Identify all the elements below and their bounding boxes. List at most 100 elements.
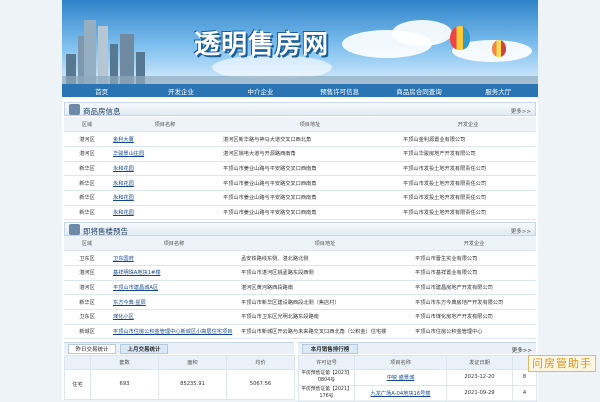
tab-last-month-stats[interactable]: 上月交易统计 bbox=[120, 344, 168, 354]
table-row: 湛河区 基祥明珠A地块1#楼 平顶山市湛河区姚孟路东段西侧 平顶山市基祥置业有限… bbox=[64, 265, 536, 281]
page-container: 透明售房网 首页 开发企业 中介企业 预售许可信息 商品房合同查询 服务大厅 商… bbox=[62, 0, 538, 402]
project-cell: 平顶山市建昌城A区 bbox=[110, 280, 238, 296]
table-row: 湛河区 华骏景山庄园 湛河区姚电大道与开源路西南角 平顶山华骏房地产开发有限公司 bbox=[64, 146, 536, 162]
nav-service-hall[interactable]: 服务大厅 bbox=[459, 86, 538, 96]
ranking-table: 许可证号 项目名称 发证日期 平房预售证第【2023】0804号 中锐·盛景城 … bbox=[298, 355, 537, 402]
skyline-strip bbox=[62, 76, 538, 84]
ranking-more-link[interactable]: 更多>> bbox=[512, 346, 532, 354]
column-header: 项目地址 bbox=[220, 117, 400, 133]
address-cell: 孟安铁路线东侧、湛北路北侧 bbox=[238, 250, 412, 266]
tab-monthly-ranking[interactable]: 本月销售排行榜 bbox=[302, 344, 358, 354]
project-link[interactable]: 平顶山市建昌城A区 bbox=[113, 285, 158, 291]
district-cell: 新城区 bbox=[64, 324, 110, 340]
district-cell: 新华区 bbox=[64, 175, 110, 191]
megaphone-icon bbox=[69, 224, 80, 235]
nav-home[interactable]: 首页 bbox=[62, 86, 141, 96]
nav-agencies[interactable]: 中介企业 bbox=[221, 86, 300, 96]
date-cell: 2023-12-20 bbox=[446, 368, 513, 386]
project-link[interactable]: 煤化小区 bbox=[113, 314, 134, 320]
address-cell: 平顶山市姜业山路与平安路交叉口西南角 bbox=[220, 205, 400, 221]
nav-contract-query[interactable]: 商品房合同查询 bbox=[379, 86, 458, 96]
presale-table: 区域 项目名称 项目地址 开发企业 卫东区 卫东国府 孟安铁路线东侧、湛北路北侧… bbox=[64, 236, 536, 340]
table-row: 新城区 平顶山市住房公积金管理中心新城区小高层住宅项目 平顶山市新城区开云路与未… bbox=[64, 324, 536, 340]
developer-cell: 平顶山华骏房地产开发有限公司 bbox=[400, 146, 536, 162]
project-cell: 永和花园 bbox=[110, 161, 220, 177]
developer-cell: 平顶山市建昌房地产开发有限公司 bbox=[412, 280, 536, 296]
district-cell: 新华区 bbox=[64, 205, 110, 221]
project-link[interactable]: 基祥明珠A地块1#楼 bbox=[113, 270, 161, 276]
project-link[interactable]: 华骏景山庄园 bbox=[113, 151, 144, 157]
project-link[interactable]: 东方今典·星辰 bbox=[113, 300, 146, 306]
listing-header: 商品房信息 更多>> bbox=[64, 102, 536, 116]
district-cell: 卫东区 bbox=[64, 309, 110, 325]
project-link[interactable]: 金利大厦 bbox=[113, 137, 134, 143]
table-header-row: 套数 面积 均价 bbox=[64, 355, 295, 370]
column-header: 项目名称 bbox=[110, 117, 220, 133]
permit-cell: 平房预售证第【2023】0804号 bbox=[298, 368, 355, 386]
assistant-button[interactable]: 问房管助手 bbox=[528, 355, 596, 372]
header-banner: 透明售房网 bbox=[62, 0, 538, 84]
listing-more-link[interactable]: 更多>> bbox=[511, 107, 531, 115]
project-cell: 金利大厦 bbox=[110, 131, 220, 147]
address-cell: 湛河区姚电大道与开源路西南角 bbox=[220, 146, 400, 162]
column-header: 项目名称 bbox=[354, 355, 447, 370]
project-link[interactable]: 永和花园 bbox=[113, 166, 134, 172]
developer-cell: 平顶山金利源置业有限公司 bbox=[400, 131, 536, 147]
column-header: 区域 bbox=[64, 236, 110, 252]
address-cell: 平顶山市姜业山路与平安路交叉口西南角 bbox=[220, 175, 400, 191]
project-link[interactable]: 中锐·盛景城 bbox=[387, 375, 415, 381]
district-cell: 新华区 bbox=[64, 190, 110, 206]
count-cell: 693 bbox=[90, 368, 159, 400]
developer-cell: 平顶山市发投土地开发有限责任公司 bbox=[400, 161, 536, 177]
date-cell: 2021-09-29 bbox=[446, 384, 513, 402]
tab-yesterday-stats[interactable]: 昨日交易统计 bbox=[68, 344, 116, 354]
address-cell: 湛河区黄河路西段路南 bbox=[238, 280, 412, 296]
permit-cell: 平房预售证第【2021】176号 bbox=[298, 384, 355, 402]
project-link[interactable]: 九龙广场A-04地块16号楼 bbox=[370, 391, 430, 397]
developer-cell: 平顶山市发投土地开发有限责任公司 bbox=[400, 175, 536, 191]
sales-count-cell: 4 bbox=[512, 384, 537, 402]
column-header: 开发企业 bbox=[400, 117, 536, 133]
developer-cell: 平顶山市晋生实业有限公司 bbox=[412, 250, 536, 266]
type-cell: 住宅 bbox=[64, 368, 91, 400]
listing-title: 商品房信息 bbox=[83, 107, 121, 116]
table-header-row: 许可证号 项目名称 发证日期 bbox=[298, 355, 537, 370]
project-link[interactable]: 永和花园 bbox=[113, 210, 134, 216]
project-link[interactable]: 平顶山市住房公积金管理中心新城区小高层住宅项目 bbox=[113, 329, 232, 335]
developer-cell: 平顶山市住房公积金管理中心 bbox=[412, 324, 536, 340]
cloud-graphic bbox=[392, 20, 452, 46]
project-link[interactable]: 卫东国府 bbox=[113, 256, 134, 262]
table-row: 新华区 永和花园 平顶山市姜业山路与平安路交叉口西南角 平顶山市发投土地开发有限… bbox=[64, 190, 536, 206]
developer-cell: 平顶山市发投土地开发有限责任公司 bbox=[400, 205, 536, 221]
project-cell: 东方今典·星辰 bbox=[110, 294, 238, 310]
district-cell: 湛河区 bbox=[64, 280, 110, 296]
district-cell: 新华区 bbox=[64, 294, 110, 310]
project-cell: 平顶山市住房公积金管理中心新城区小高层住宅项目 bbox=[110, 324, 238, 340]
table-row: 新华区 东方今典·星辰 平顶山市新华区建设路西段北侧（焦店村） 平顶山市东方今典… bbox=[64, 294, 536, 310]
column-header: 区域 bbox=[64, 117, 110, 133]
project-cell: 卫东国府 bbox=[110, 250, 238, 266]
column-header: 项目名称 bbox=[110, 236, 238, 252]
building-icon bbox=[69, 104, 80, 115]
address-cell: 平顶山市湛河区姚孟路东段西侧 bbox=[238, 265, 412, 281]
address-cell: 平顶山市姜业山路与平安路交叉口西南角 bbox=[220, 190, 400, 206]
district-cell: 湛河区 bbox=[64, 146, 110, 162]
site-logo[interactable]: 透明售房网 bbox=[194, 24, 329, 61]
table-row: 卫东区 煤化小区 平顶山市卫东区光明北路东段路南 平顶山市煤化房地产开发有限公司 bbox=[64, 309, 536, 325]
nav-developers[interactable]: 开发企业 bbox=[141, 86, 220, 96]
column-header bbox=[64, 355, 91, 370]
presale-more-link[interactable]: 更多>> bbox=[511, 227, 531, 235]
address-cell: 平顶山市新城区开云路与未来路交叉口西北角（公积金）住宅楼 bbox=[238, 324, 412, 340]
table-row: 平房预售证第【2021】176号 九龙广场A-04地块16号楼 2021-09-… bbox=[298, 384, 537, 402]
district-cell: 湛河区 bbox=[64, 131, 110, 147]
district-cell: 卫东区 bbox=[64, 250, 110, 266]
column-header: 均价 bbox=[226, 355, 295, 370]
price-cell: 5067.56 bbox=[226, 368, 295, 400]
column-header: 发证日期 bbox=[446, 355, 513, 370]
ranking-tab-bar: 本月销售排行榜 更多>> bbox=[298, 342, 536, 354]
project-link[interactable]: 永和花园 bbox=[113, 181, 134, 187]
project-cell: 煤化小区 bbox=[110, 309, 238, 325]
nav-presale-permits[interactable]: 预售许可信息 bbox=[300, 86, 379, 96]
project-link[interactable]: 永和花园 bbox=[113, 195, 134, 201]
column-header: 开发企业 bbox=[412, 236, 536, 252]
